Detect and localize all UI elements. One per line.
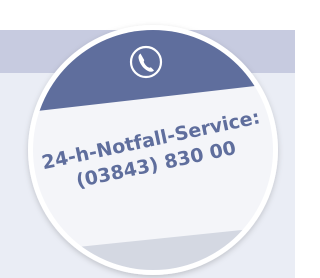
notfall-badge-banner: 24-h-Notfall-Service: (03843) 830 00 <box>0 0 295 278</box>
emergency-service-badge[interactable]: 24-h-Notfall-Service: (03843) 830 00 <box>0 0 295 278</box>
